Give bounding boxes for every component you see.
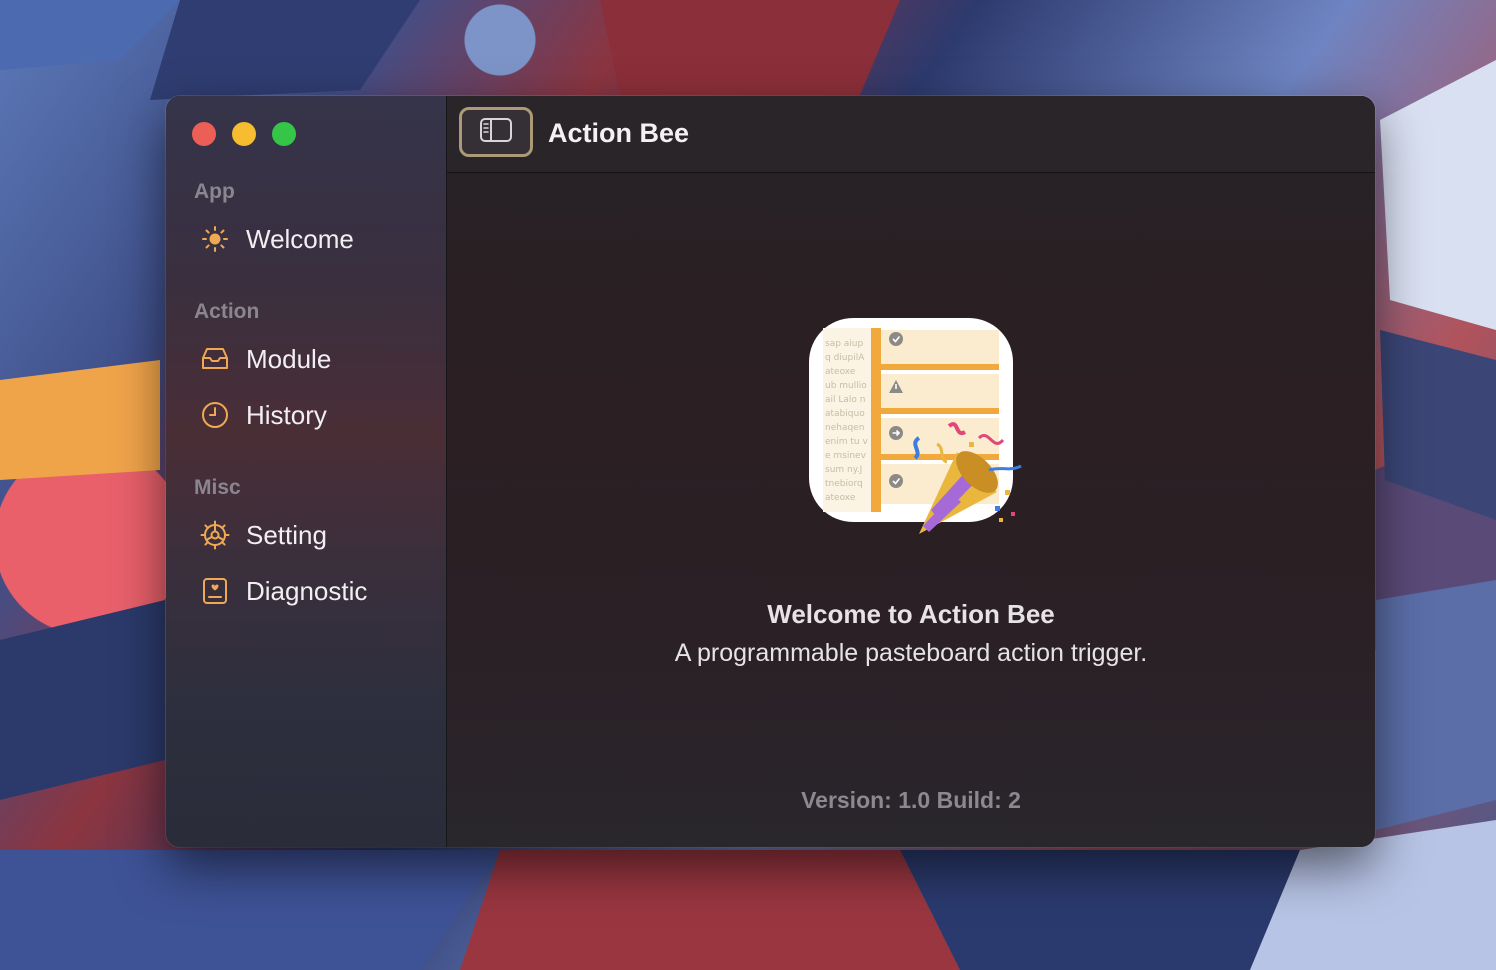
svg-text:atabiquo: atabiquo	[825, 409, 865, 419]
app-window: App Welcome Action Module History Misc S…	[166, 96, 1375, 847]
sidebar-item-history[interactable]: History	[200, 395, 327, 435]
svg-text:ateoxe: ateoxe	[825, 493, 856, 503]
svg-text:ail Lalo n: ail Lalo n	[825, 395, 865, 405]
maximize-button[interactable]	[272, 122, 296, 146]
sidebar-item-label: Diagnostic	[246, 575, 368, 606]
section-label-action: Action	[194, 300, 260, 323]
svg-text:enim tu v: enim tu v	[825, 437, 868, 447]
welcome-subtitle: A programmable pasteboard action trigger…	[674, 639, 1148, 667]
svg-text:e msinev: e msinev	[825, 451, 867, 461]
sidebar-item-welcome[interactable]: Welcome	[200, 219, 354, 259]
svg-text:sum ny.J: sum ny.J	[825, 465, 862, 475]
toggle-sidebar-button[interactable]	[459, 107, 533, 157]
svg-text:ateoxe: ateoxe	[825, 367, 856, 377]
welcome-title: Welcome to Action Bee	[767, 599, 1055, 629]
section-label-app: App	[194, 180, 235, 203]
sun-icon	[200, 224, 230, 254]
minimize-button[interactable]	[232, 122, 256, 146]
window-title: Action Bee	[548, 118, 690, 148]
report-icon	[200, 576, 230, 606]
sidebar-item-diagnostic[interactable]: Diagnostic	[200, 571, 367, 611]
sidebar-item-label: Setting	[246, 519, 327, 550]
tray-icon	[200, 344, 230, 374]
sidebar-item-setting[interactable]: Setting	[200, 515, 327, 555]
sidebar-item-module[interactable]: Module	[200, 339, 331, 379]
sidebar-icon	[479, 117, 513, 148]
svg-text:tnebiorq: tnebiorq	[825, 479, 863, 489]
version-label: Version: 1.0 Build: 2	[801, 787, 1021, 813]
section-label-misc: Misc	[194, 476, 241, 499]
sidebar-item-label: History	[246, 399, 327, 430]
close-button[interactable]	[192, 122, 216, 146]
clock-icon	[200, 400, 230, 430]
svg-text:ub mullio: ub mullio	[825, 381, 867, 391]
toolbar: Action Bee	[447, 96, 1375, 173]
svg-text:nehaqen: nehaqen	[825, 423, 864, 433]
svg-text:q diupilA: q diupilA	[825, 353, 865, 363]
sidebar-item-label: Welcome	[246, 223, 354, 254]
sidebar: App Welcome Action Module History Misc S…	[166, 96, 447, 847]
svg-text:sap aiup: sap aiup	[825, 339, 863, 349]
main-content: Action Bee sap aiup q diupilA ateoxe ub mu…	[447, 96, 1375, 847]
sidebar-item-label: Module	[246, 343, 332, 374]
gear-icon	[200, 520, 230, 550]
app-logo-icon: sap aiup q diupilA ateoxe ub mullio ail La…	[809, 318, 1022, 534]
